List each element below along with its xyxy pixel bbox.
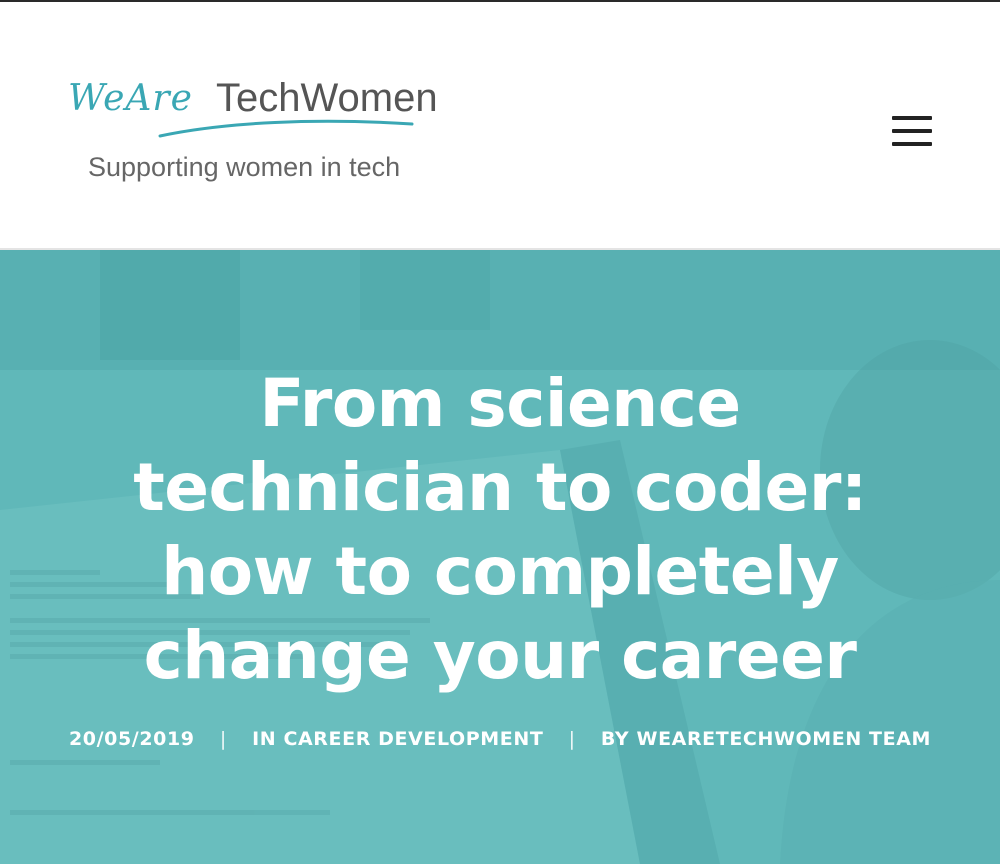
logo-script-text: WeAre <box>68 78 193 119</box>
logo-tagline: Supporting women in tech <box>88 152 401 182</box>
article-title: From science technician to coder: how to… <box>133 365 867 694</box>
article-date: 20/05/2019 <box>68 728 195 750</box>
menu-button[interactable] <box>884 110 940 154</box>
logo-word-text: TechWomen <box>216 76 438 120</box>
author-prefix: BY <box>600 728 637 750</box>
logo-swoosh-icon <box>158 119 414 138</box>
hamburger-menu-icon <box>892 116 932 120</box>
site-logo[interactable]: WeAre TechWomen Supporting women in tech <box>66 72 476 192</box>
article-meta: 20/05/2019 | IN CAREER DEVELOPMENT | BY … <box>0 728 1000 750</box>
meta-separator: | <box>568 728 576 750</box>
hero-banner: From science technician to coder: how to… <box>0 250 1000 864</box>
site-header: WeAre TechWomen Supporting women in tech <box>0 2 1000 250</box>
author-link[interactable]: WEARETECHWOMEN TEAM <box>637 728 932 750</box>
category-prefix: IN <box>252 728 284 750</box>
meta-separator: | <box>219 728 227 750</box>
category-link[interactable]: CAREER DEVELOPMENT <box>283 728 543 750</box>
